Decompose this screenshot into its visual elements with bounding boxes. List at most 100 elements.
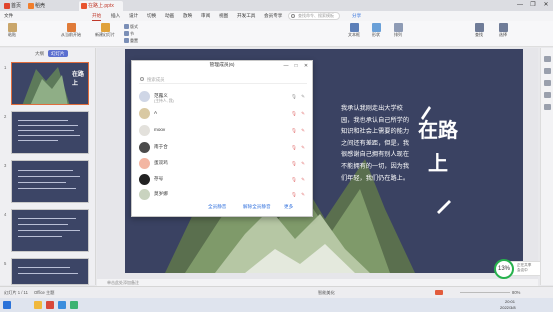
member-row[interactable]: moov 🎙 ✎ (139, 124, 309, 139)
menu-transition[interactable]: 切换 (147, 11, 156, 21)
slide-thumbnail-1[interactable]: 在路上 (11, 62, 89, 105)
thumbnail-text-line (18, 170, 73, 171)
menu-animation[interactable]: 动画 (165, 11, 174, 21)
dialog-close-button[interactable]: ✕ (302, 61, 310, 71)
sharing-status-line2: 会议中 (517, 268, 528, 272)
edit-icon[interactable]: ✎ (301, 111, 305, 116)
layout-button[interactable]: 版式 (124, 24, 138, 30)
play-slideshow-icon[interactable] (435, 290, 443, 295)
member-row[interactable]: 存号 🎙 ✎ (139, 173, 309, 188)
file-explorer-icon[interactable] (34, 301, 42, 309)
smart-beautify-button[interactable]: 智能美化 (318, 287, 335, 298)
microphone-icon[interactable]: 🎙 (291, 94, 297, 99)
sharing-status-widget[interactable]: 正在共享 会议中 13% (494, 259, 542, 279)
textbox-icon (349, 23, 359, 32)
menu-review[interactable]: 审阅 (201, 11, 210, 21)
command-search-placeholder: 查找命令、搜索模板 (298, 13, 334, 18)
menu-insert[interactable]: 插入 (111, 11, 120, 21)
select-button[interactable]: 选择 (494, 23, 512, 38)
mute-all-button[interactable]: 全员静音 (208, 204, 226, 210)
member-row[interactable]: 范露义 (主持人, 我) 🎙 ✎ (139, 90, 309, 105)
menu-bar: 文件 开始 插入 设计 切换 动画 放映 审阅 视图 开发工具 会员专享 查找命… (0, 11, 553, 21)
more-button[interactable]: 更多 (284, 204, 293, 210)
menu-member[interactable]: 会员专享 (264, 11, 282, 21)
tab-docer[interactable]: 稻壳 (26, 1, 48, 11)
thumbnail-text-line (18, 224, 68, 225)
edit-icon[interactable]: ✎ (301, 161, 305, 166)
paste-button[interactable]: 粘贴 (4, 23, 20, 38)
edit-icon[interactable]: ✎ (301, 128, 305, 133)
member-row[interactable]: A 🎙 ✎ (139, 107, 309, 122)
slide-thumbnail-3[interactable] (11, 160, 89, 203)
browser-taskbar-icon[interactable] (58, 301, 66, 309)
edit-icon[interactable]: ✎ (301, 192, 305, 197)
beautify-icon[interactable] (544, 80, 551, 86)
close-button[interactable]: ✕ (540, 0, 552, 11)
slide-title[interactable]: 在路上 (418, 114, 458, 180)
slide-thumbnail-4[interactable] (11, 209, 89, 252)
member-row[interactable]: 莫岁娜 🎙 ✎ (139, 188, 309, 203)
edit-icon[interactable]: ✎ (301, 94, 305, 99)
member-row[interactable]: 南于合 🎙 ✎ (139, 141, 309, 156)
wechat-taskbar-icon[interactable] (70, 301, 78, 309)
menu-slideshow[interactable]: 放映 (183, 11, 192, 21)
animation-icon[interactable] (544, 68, 551, 74)
find-button[interactable]: 查找 (470, 23, 488, 38)
shape-button[interactable]: 形状 (367, 23, 385, 38)
windows-taskbar: 20:01 2022/3/8 (0, 298, 553, 312)
member-row[interactable]: 蛋双鸡 🎙 ✎ (139, 157, 309, 172)
microphone-off-icon[interactable]: 🎙 (291, 192, 297, 197)
microphone-off-icon[interactable]: 🎙 (291, 128, 297, 133)
edit-icon[interactable]: ✎ (301, 177, 305, 182)
reset-button[interactable]: 重置 (124, 38, 138, 44)
avatar (139, 189, 150, 200)
wps-taskbar-icon[interactable] (46, 301, 54, 309)
edit-icon[interactable]: ✎ (301, 145, 305, 150)
member-controls: 🎙 ✎ (287, 177, 305, 183)
tab-document[interactable]: 在路上.pptx (79, 1, 123, 11)
dialog-maximize-button[interactable]: □ (292, 61, 300, 71)
zoom-level[interactable]: 80% (512, 287, 520, 298)
shape-icon (371, 23, 381, 32)
menu-design[interactable]: 设计 (129, 11, 138, 21)
menu-view[interactable]: 视图 (219, 11, 228, 21)
arrange-button[interactable]: 排列 (389, 23, 407, 38)
maximize-button[interactable]: ❐ (527, 0, 539, 11)
new-slide-button[interactable]: 新建幻灯片 (92, 23, 118, 38)
minimize-button[interactable]: — (514, 0, 526, 11)
zoom-slider[interactable] (460, 292, 510, 293)
section-button[interactable]: 节 (124, 31, 134, 37)
slide-thumbnail-2[interactable] (11, 111, 89, 154)
collaboration-icon[interactable] (544, 92, 551, 98)
member-search-input[interactable]: 搜索成员 (139, 75, 307, 84)
new-slide-label: 新建幻灯片 (95, 32, 115, 37)
menu-developer[interactable]: 开发工具 (237, 11, 255, 21)
member-name: 蛋双鸡 (154, 160, 168, 165)
tab-slides[interactable]: 幻灯片 (48, 50, 68, 57)
notes-bar[interactable]: 单击此处添加备注 (97, 279, 538, 286)
command-search-input[interactable]: 查找命令、搜索模板 (288, 12, 340, 20)
slide-thumbnail-5[interactable] (11, 258, 89, 285)
share-button[interactable]: 分享 (352, 11, 361, 21)
microphone-off-icon[interactable]: 🎙 (291, 145, 297, 150)
tab-home[interactable]: 首页 (2, 1, 24, 11)
property-icon[interactable] (544, 56, 551, 62)
windows-start-icon[interactable] (3, 301, 11, 309)
menu-home[interactable]: 开始 (92, 11, 102, 21)
dialog-minimize-button[interactable]: — (282, 61, 290, 71)
textbox-button[interactable]: 文本框 (345, 23, 363, 38)
shape-label: 形状 (372, 32, 380, 37)
microphone-off-icon[interactable]: 🎙 (291, 111, 297, 116)
unmute-all-button[interactable]: 解除全员静音 (243, 204, 271, 210)
settings-icon[interactable] (544, 104, 551, 110)
menu-file[interactable]: 文件 (4, 11, 13, 21)
play-from-current-button[interactable]: 从当前开始 (58, 23, 84, 38)
taskbar-time: 20:01 (505, 299, 516, 304)
tab-outline[interactable]: 大纲 (32, 50, 47, 57)
thumbnail-number: 2 (4, 114, 7, 119)
microphone-off-icon[interactable]: 🎙 (291, 161, 297, 166)
tab-home-label: 首页 (11, 3, 22, 9)
microphone-off-icon[interactable]: 🎙 (291, 177, 297, 182)
slide-body-text[interactable]: 我承认我刚走出大学校园，我也承认自己所学的知识和社会上需要的能力之间还有差距，但… (341, 103, 413, 184)
slide-counter: 幻灯片 1 / 11 (4, 290, 28, 295)
